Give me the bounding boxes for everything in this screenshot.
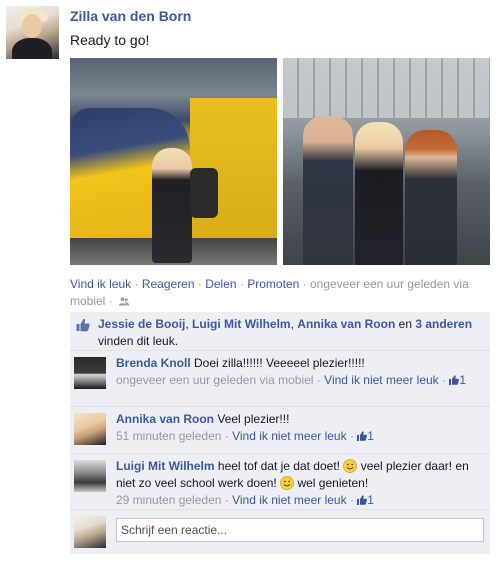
separator: ·: [105, 294, 117, 308]
comment-item: Luigi Mit Wilhelm heel tof dat je dat do…: [70, 454, 490, 510]
promote-link[interactable]: Promoten: [247, 277, 299, 291]
likes-summary: Jessie de Booij, Luigi Mit Wilhelm, Anni…: [70, 312, 490, 351]
comment-text: heel tof dat je dat doet!: [217, 459, 340, 473]
comment-text: Veel plezier!!!: [217, 412, 290, 426]
commenter-avatar[interactable]: [74, 413, 106, 445]
comment-item: Brenda Knoll Doei zilla!!!!!! Veeeeel pl…: [70, 351, 490, 407]
share-link[interactable]: Delen: [205, 277, 236, 291]
unlike-link[interactable]: Vind ik niet meer leuk: [232, 493, 347, 507]
feedback-panel: Jessie de Booij, Luigi Mit Wilhelm, Anni…: [70, 312, 490, 554]
smiley-icon: [280, 476, 295, 490]
comment-meta: 51 minuten geleden · Vind ik niet meer l…: [116, 429, 374, 443]
commenter-name[interactable]: Annika van Roon: [116, 412, 214, 426]
comment-link[interactable]: Reageren: [142, 277, 195, 291]
liker-name[interactable]: Jessie de Booij: [98, 317, 185, 331]
comment-text: wel genieten!: [297, 476, 369, 490]
comment-meta: ongeveer een uur geleden via mobiel · Vi…: [116, 373, 467, 387]
liker-name[interactable]: Annika van Roon: [297, 317, 395, 331]
commenter-avatar[interactable]: [74, 460, 106, 492]
comment-time[interactable]: 51 minuten geleden: [116, 429, 221, 443]
post-action-bar: Vind ik leuk · Reageren · Delen · Promot…: [70, 276, 490, 310]
separator: ·: [299, 277, 310, 291]
comment-body: Luigi Mit Wilhelm heel tof dat je dat do…: [116, 458, 484, 509]
comment-item: Annika van Roon Veel plezier!!! 51 minut…: [70, 407, 490, 454]
commenter-name[interactable]: Luigi Mit Wilhelm: [116, 459, 215, 473]
comment-body: Brenda Knoll Doei zilla!!!!!! Veeeeel pl…: [116, 355, 484, 389]
comment-input[interactable]: [116, 518, 484, 542]
thumbs-up-icon: [357, 495, 368, 505]
author-avatar[interactable]: [6, 6, 59, 59]
unlike-link[interactable]: Vind ik niet meer leuk: [324, 373, 439, 387]
post-photo-train[interactable]: [70, 58, 277, 265]
commenter-avatar[interactable]: [74, 357, 106, 389]
post-photo-group[interactable]: [283, 58, 490, 265]
comment-body: Annika van Roon Veel plezier!!! 51 minut…: [116, 411, 484, 445]
comment-like-count[interactable]: 1: [367, 493, 374, 507]
comment-time[interactable]: 29 minuten geleden: [116, 493, 221, 507]
separator: ·: [131, 277, 142, 291]
comment-like-count[interactable]: 1: [367, 429, 374, 443]
current-user-avatar: [74, 516, 106, 548]
comment-meta: 29 minuten geleden · Vind ik niet meer l…: [116, 493, 374, 507]
thumbs-up-icon: [449, 375, 460, 385]
likes-connector: en: [398, 317, 412, 331]
post-status-text: Ready to go!: [70, 32, 150, 48]
comment-text: Doei zilla!!!!!! Veeeeel plezier!!!!!: [194, 356, 365, 370]
comment-time[interactable]: ongeveer een uur geleden via mobiel: [116, 373, 313, 387]
like-link[interactable]: Vind ik leuk: [70, 277, 131, 291]
likes-others-link[interactable]: 3 anderen: [415, 317, 472, 331]
people-icon[interactable]: [119, 297, 130, 306]
reply-row: [70, 510, 490, 554]
likes-suffix: vinden dit leuk.: [98, 334, 179, 348]
separator: ·: [194, 277, 206, 291]
smiley-icon: [343, 459, 358, 473]
liker-name[interactable]: Luigi Mit Wilhelm: [192, 317, 291, 331]
thumbs-up-icon: [357, 431, 368, 441]
unlike-link[interactable]: Vind ik niet meer leuk: [232, 429, 347, 443]
commenter-name[interactable]: Brenda Knoll: [116, 356, 191, 370]
comment-like-count[interactable]: 1: [459, 373, 466, 387]
likes-text: Jessie de Booij, Luigi Mit Wilhelm, Anni…: [98, 317, 473, 348]
separator: ·: [236, 277, 248, 291]
post-author-name[interactable]: Zilla van den Born: [70, 8, 191, 24]
thumbs-up-icon: [76, 318, 90, 332]
